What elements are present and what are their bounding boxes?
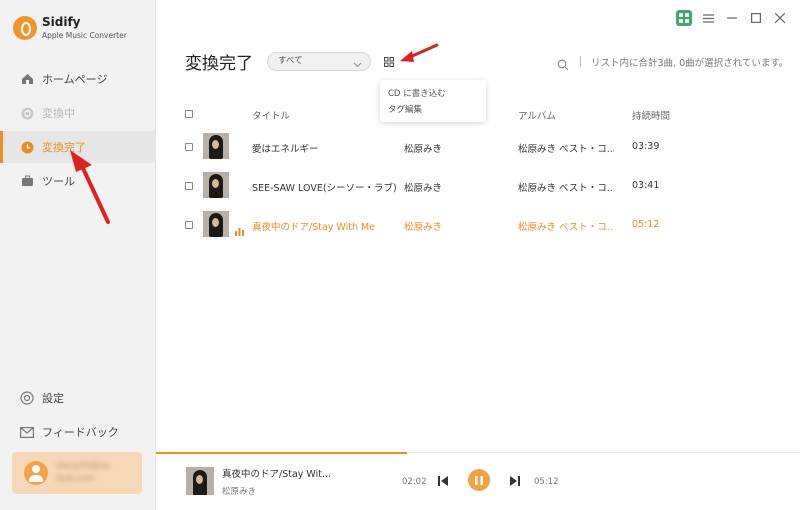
sidebar-item-settings[interactable]: 設定 (0, 382, 156, 414)
divider (580, 56, 581, 67)
row-checkbox[interactable] (185, 143, 193, 151)
sidebar-item-tools[interactable]: ツール (0, 165, 156, 197)
album-art (203, 172, 229, 198)
user-email: slanyshi@ou look.com (56, 461, 110, 484)
user-account-card[interactable]: slanyshi@ou look.com (12, 452, 142, 494)
sidebar-item-label: ツール (42, 175, 75, 188)
track-title: SEE-SAW LOVE(シーソー・ラブ) (252, 183, 397, 194)
previous-track-button[interactable] (436, 474, 450, 488)
chevron-down-icon (353, 58, 362, 75)
pause-button[interactable] (468, 469, 490, 491)
home-icon (20, 72, 34, 86)
column-header-duration[interactable]: 持続時間 (632, 108, 670, 122)
select-all-checkbox[interactable] (185, 110, 193, 118)
player-bar: 真夜中のドア/Stay Wit... 松原みき 02:02 05:12 (156, 452, 800, 510)
sidebar-item-home[interactable]: ホームページ (0, 63, 156, 95)
now-playing-art (186, 467, 214, 495)
equalizer-icon (235, 221, 244, 240)
sidify-logo-icon (13, 16, 37, 40)
track-title: 真夜中のドア/Stay With Me (252, 222, 376, 233)
row-checkbox[interactable] (185, 182, 193, 190)
sync-icon (20, 106, 34, 120)
sidebar-item-feedback[interactable]: フィードバック (0, 416, 156, 448)
toolbox-icon (20, 174, 34, 188)
track-album: 松原みき ベスト・コ... (518, 144, 614, 155)
mail-icon (20, 425, 34, 439)
row-checkbox[interactable] (185, 221, 193, 229)
sidebar-item-label: 変換中 (42, 107, 75, 120)
now-playing-artist: 松原みき (222, 487, 257, 497)
selection-status: リスト内に合計3曲, 0曲が選択されています。 (591, 58, 789, 69)
popup-item-tag-edit[interactable]: タグ編集 (388, 103, 422, 115)
clock-icon (20, 140, 34, 154)
close-icon[interactable] (772, 10, 788, 26)
total-time: 05:12 (534, 477, 559, 487)
album-art (203, 211, 229, 237)
more-tools-icon[interactable] (381, 54, 397, 70)
track-artist: 松原みき (404, 183, 443, 194)
now-playing-title: 真夜中のドア/Stay Wit... (222, 469, 332, 480)
app-name: Sidify (42, 15, 81, 29)
maximize-icon[interactable] (748, 10, 764, 26)
minimize-icon[interactable] (724, 10, 740, 26)
sidebar-item-converting[interactable]: 変換中 (0, 97, 156, 129)
sidebar-item-label: ホームページ (42, 73, 108, 86)
sidebar-item-label: フィードバック (42, 426, 119, 439)
track-duration: 03:41 (632, 180, 660, 191)
filter-dropdown[interactable]: すべて (267, 52, 371, 71)
filter-value: すべて (278, 56, 303, 66)
column-header-album[interactable]: アルバム (518, 108, 556, 122)
sidebar-item-label: 変換完了 (42, 141, 86, 154)
column-header-title[interactable]: タイトル (252, 108, 290, 122)
sidebar: Sidify Apple Music Converter ホームページ 変換中 … (0, 0, 156, 510)
avatar (24, 461, 48, 485)
page-title: 変換完了 (185, 54, 253, 74)
sidebar-item-label: 設定 (42, 392, 64, 405)
next-track-button[interactable] (508, 474, 522, 488)
track-artist: 松原みき (404, 144, 443, 155)
popup-item-burn-cd[interactable]: CD に書き込む (388, 87, 446, 99)
track-album: 松原みき ベスト・コ... (518, 183, 614, 194)
track-duration: 03:39 (632, 141, 660, 152)
tools-popup-menu: CD に書き込む タグ編集 (380, 80, 486, 122)
album-art (203, 133, 229, 159)
app-subtitle: Apple Music Converter (42, 31, 127, 40)
gear-icon (20, 391, 34, 405)
elapsed-time: 02:02 (402, 477, 427, 487)
grid-view-icon[interactable] (676, 10, 692, 26)
track-album: 松原みき ベスト・コ... (518, 222, 614, 233)
search-icon[interactable] (557, 56, 569, 71)
track-duration: 05:12 (632, 219, 660, 230)
playback-progress[interactable] (156, 452, 408, 454)
track-artist: 松原みき (404, 222, 443, 233)
menu-icon[interactable] (700, 10, 716, 26)
track-title: 愛はエネルギー (252, 144, 319, 155)
sidebar-item-converted[interactable]: 変換完了 (0, 131, 156, 163)
